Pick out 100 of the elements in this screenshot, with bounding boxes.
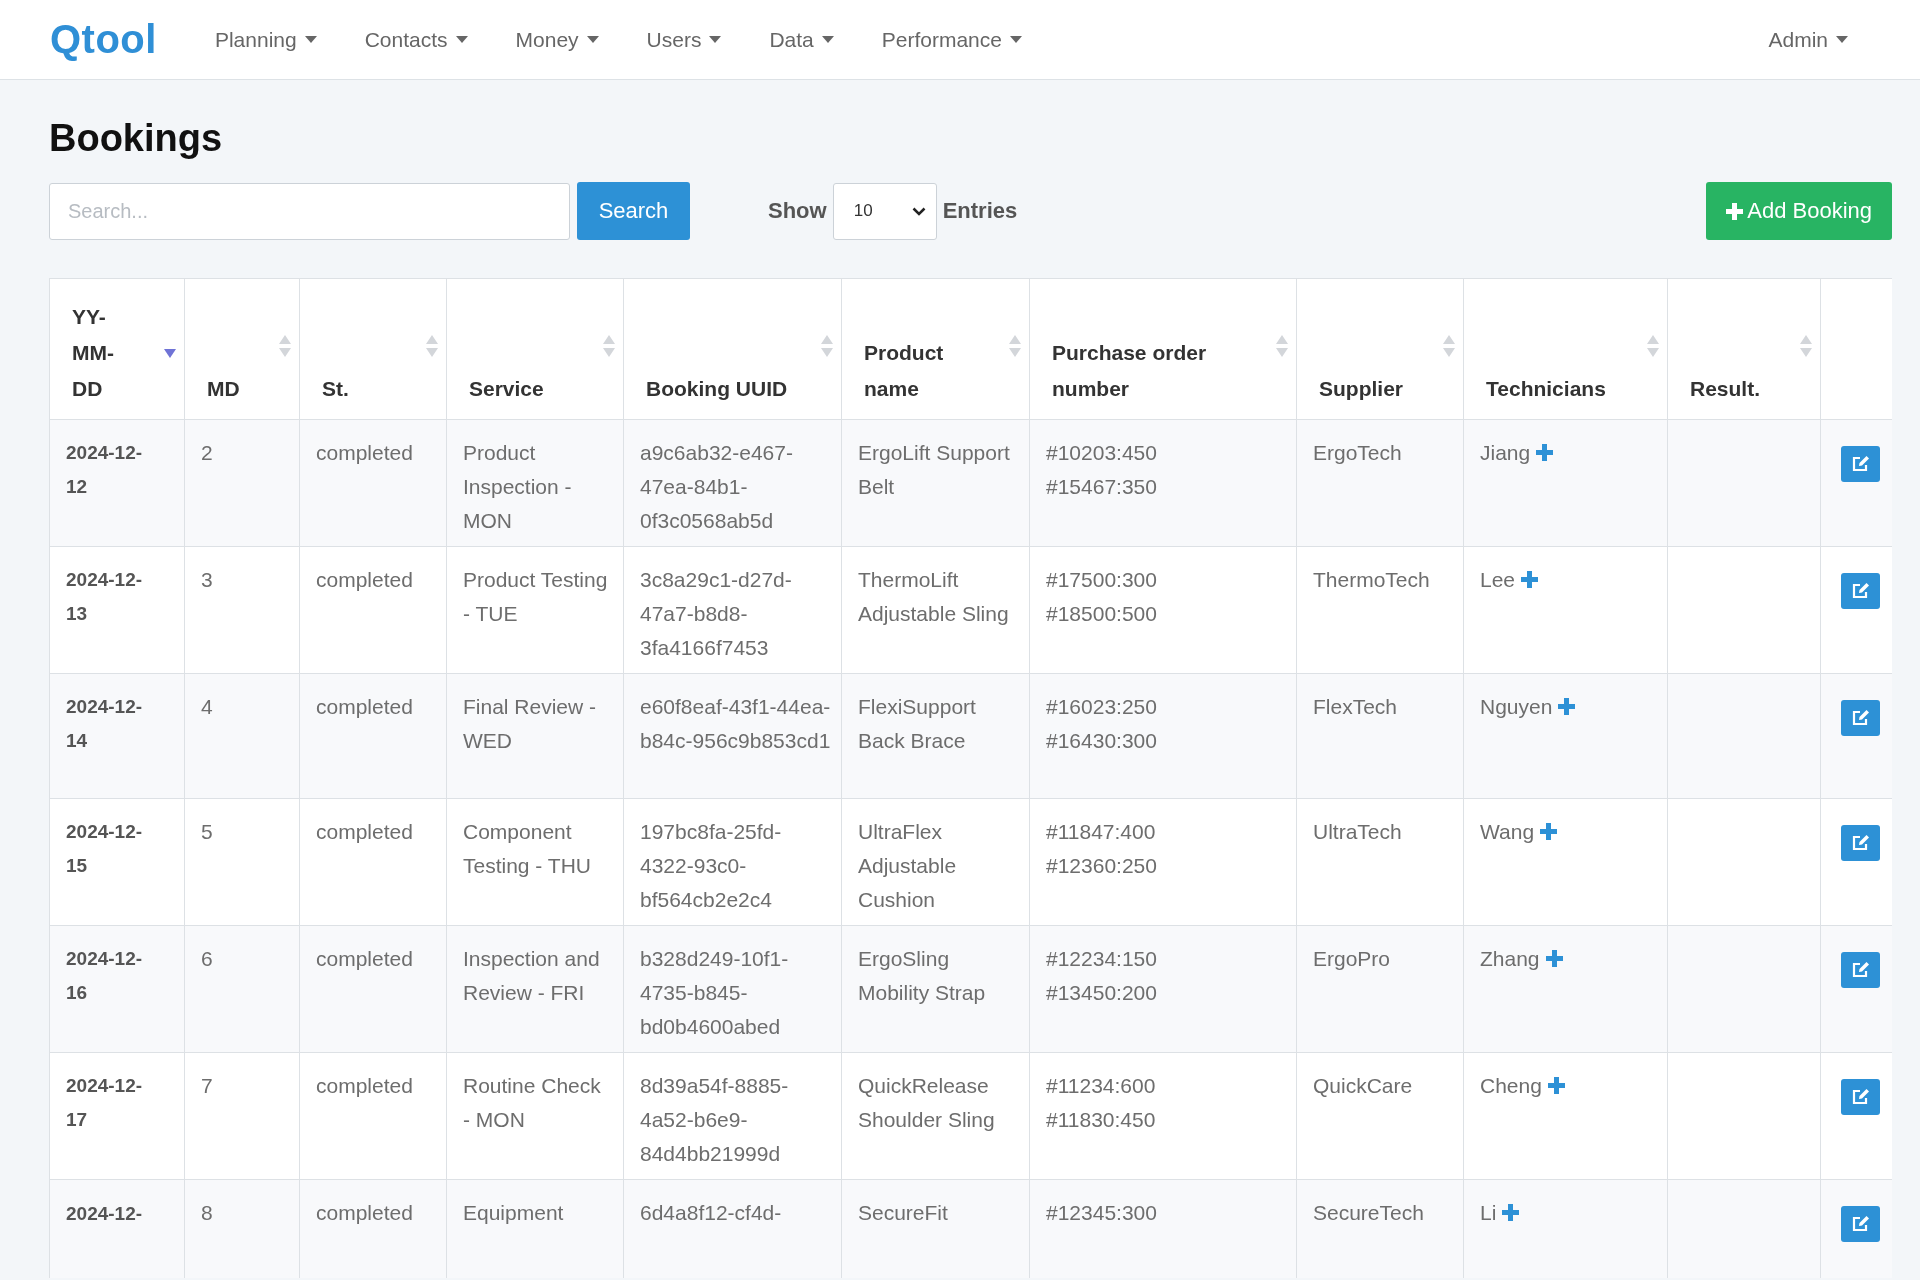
- nav-menu[interactable]: Planning: [214, 27, 317, 52]
- edit-button[interactable]: [1841, 573, 1880, 609]
- column-header[interactable]: Technicians: [1463, 278, 1668, 420]
- nav-menu[interactable]: Data: [769, 27, 834, 52]
- column-header[interactable]: YY-MM-DD: [49, 278, 185, 420]
- caret-icon: [586, 36, 599, 43]
- table-cell: #16023:250 #16430:300: [1029, 673, 1297, 799]
- column-header[interactable]: Booking UUID: [623, 278, 842, 420]
- table-cell: 4: [184, 673, 300, 799]
- edit-button[interactable]: [1841, 952, 1880, 988]
- table-cell: #12234:150 #13450:200: [1029, 925, 1297, 1053]
- edit-button[interactable]: [1841, 1079, 1880, 1115]
- entries-select[interactable]: 10: [832, 182, 937, 240]
- table-cell: #17500:300 #18500:500: [1029, 546, 1297, 674]
- table-cell: completed: [299, 546, 447, 674]
- plus-icon: [1502, 1204, 1520, 1221]
- booking-date: 2024-12-17: [66, 1074, 144, 1132]
- plus-icon: [1547, 1077, 1565, 1094]
- edit-icon: [1850, 1215, 1871, 1233]
- search-field[interactable]: Search...: [49, 182, 570, 240]
- technician-name: Wang: [1480, 820, 1535, 843]
- column-header[interactable]: Product name: [841, 278, 1030, 420]
- column-header[interactable]: Service: [446, 278, 624, 420]
- user-menu[interactable]: Admin: [1768, 27, 1848, 52]
- table-cell: Routine Check - MON: [446, 1052, 624, 1180]
- plus-icon: [1536, 444, 1554, 461]
- table-cell: 197bc8fa-25fd-4322-93c0-bf564cb2e2c4: [623, 798, 842, 926]
- table-cell: e60f8eaf-43f1-44ea-b84c-956c9b853cd1: [623, 673, 842, 799]
- table-cell: 2: [184, 419, 300, 547]
- table-cell: ErgoSling Mobility Strap: [841, 925, 1030, 1053]
- plus-icon: [1726, 202, 1744, 220]
- booking-date: 2024-12-: [66, 1202, 143, 1226]
- table-cell: ThermoLift Adjustable Sling: [841, 546, 1030, 674]
- page-title: Bookings: [49, 116, 224, 161]
- caret-icon: [821, 36, 834, 43]
- table-cell: QuickRelease Shoulder Sling: [841, 1052, 1030, 1180]
- booking-date: 2024-12-12: [66, 441, 144, 499]
- table-cell: Inspection and Review - FRI: [446, 925, 624, 1053]
- edit-button[interactable]: [1841, 825, 1880, 861]
- table-cell: FlexTech: [1296, 673, 1464, 799]
- table-cell: Component Testing - THU: [446, 798, 624, 926]
- plus-icon: [1540, 823, 1558, 840]
- nav-menu[interactable]: Money: [515, 27, 599, 52]
- nav-menu[interactable]: Contacts: [364, 27, 468, 52]
- edit-button[interactable]: [1841, 446, 1880, 482]
- edit-button[interactable]: [1841, 1206, 1880, 1242]
- caret-icon: [455, 36, 468, 43]
- technician-name: Jiang: [1480, 441, 1531, 464]
- caret-icon: [709, 36, 722, 43]
- booking-date: 2024-12-16: [66, 947, 144, 1005]
- table-cell: 7: [184, 1052, 300, 1180]
- column-header[interactable]: Supplier: [1296, 278, 1464, 420]
- table-cell: FlexiSupport Back Brace: [841, 673, 1030, 799]
- table-cell: completed: [299, 673, 447, 799]
- booking-date: 2024-12-15: [66, 820, 144, 878]
- table-cell: Product Testing - TUE: [446, 546, 624, 674]
- table-cell: completed: [299, 925, 447, 1053]
- technician-name: Li: [1480, 1201, 1497, 1224]
- technician-name: Cheng: [1480, 1074, 1542, 1097]
- technician-name: Zhang: [1480, 947, 1540, 970]
- table-cell: completed: [299, 1052, 447, 1180]
- column-header[interactable]: Result.: [1667, 278, 1821, 420]
- table-cell: ThermoTech: [1296, 546, 1464, 674]
- entries-label: Entries: [942, 198, 1018, 224]
- edit-button[interactable]: [1841, 700, 1880, 736]
- table-cell: Product Inspection - MON: [446, 419, 624, 547]
- table-cell: UltraTech: [1296, 798, 1464, 926]
- chevron-down-icon: [911, 206, 926, 216]
- column-header[interactable]: St.: [299, 278, 447, 420]
- table-cell: completed: [299, 798, 447, 926]
- table-cell: 3c8a29c1-d27d-47a7-b8d8-3fa4166f7453: [623, 546, 842, 674]
- plus-icon: [1545, 950, 1563, 967]
- table-cell: 5: [184, 798, 300, 926]
- plus-icon: [1558, 698, 1576, 715]
- edit-icon: [1850, 834, 1871, 852]
- column-header[interactable]: MD: [184, 278, 300, 420]
- table-cell: 3: [184, 546, 300, 674]
- table-cell: ErgoTech: [1296, 419, 1464, 547]
- technician-name: Nguyen: [1480, 695, 1553, 718]
- booking-date: 2024-12-13: [66, 568, 144, 626]
- edit-icon: [1850, 455, 1871, 473]
- column-header[interactable]: Purchase order number: [1029, 278, 1297, 420]
- table-cell: 6: [184, 925, 300, 1053]
- caret-icon: [1010, 36, 1022, 43]
- edit-icon: [1850, 961, 1871, 979]
- edit-icon: [1850, 709, 1871, 727]
- nav-menu[interactable]: Users: [646, 27, 722, 52]
- nav-menu[interactable]: Performance: [881, 27, 1022, 52]
- table-cell: #10203:450 #15467:350: [1029, 419, 1297, 547]
- table-cell: ErgoLift Support Belt: [841, 419, 1030, 547]
- technician-name: Lee: [1480, 568, 1516, 591]
- table-cell: UltraFlex Adjustable Cushion: [841, 798, 1030, 926]
- show-label: Show: [768, 198, 827, 224]
- caret-icon: [1836, 36, 1848, 43]
- edit-icon: [1850, 582, 1871, 600]
- table-cell: completed: [299, 419, 447, 547]
- table-cell: #11847:400 #12360:250: [1029, 798, 1297, 926]
- caret-icon: [304, 36, 317, 43]
- booking-date: 2024-12-14: [66, 695, 144, 753]
- table-cell: a9c6ab32-e467-47ea-84b1-0f3c0568ab5d: [623, 419, 842, 547]
